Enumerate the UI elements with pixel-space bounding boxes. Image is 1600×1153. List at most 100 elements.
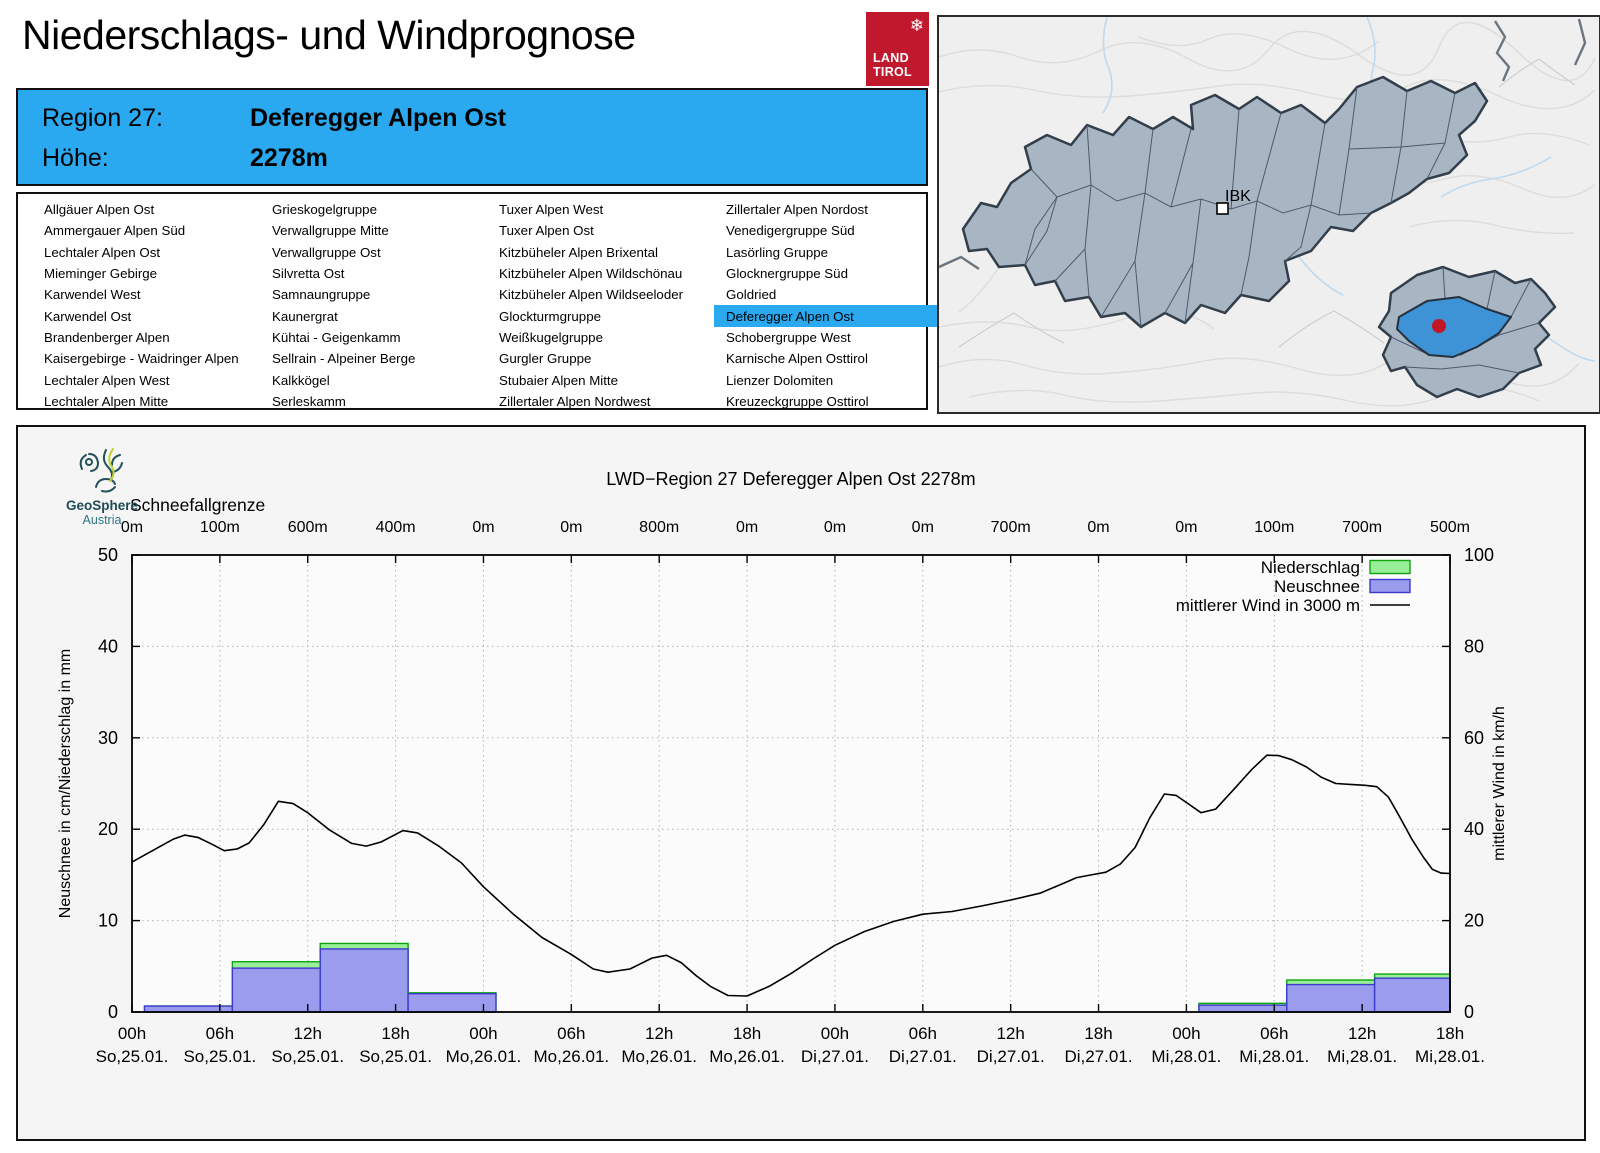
forecast-chart-panel: LWD−Region 27 Deferegger Alpen Ost 2278m… [16,425,1586,1141]
x-axis-date-label: Mi,28.01. [1239,1047,1309,1066]
snowline-value: 0m [472,519,494,536]
x-axis-hour-label: 18h [1436,1024,1464,1043]
x-axis-date-label: So,25.01. [271,1047,344,1066]
x-axis-date-label: So,25.01. [183,1047,256,1066]
snowline-value: 100m [1254,519,1294,536]
region-item[interactable]: Lasörling Gruppe [714,242,940,263]
region-item[interactable]: Samnaungruppe [260,284,486,305]
x-axis-date-label: Mo,26.01. [534,1047,610,1066]
tirol-map[interactable]: IBK [937,15,1600,414]
region-number-label: Region 27: [42,104,163,132]
snowline-value: 0m [824,519,846,536]
x-axis-hour-label: 12h [645,1024,673,1043]
region-item[interactable]: Kaisergebirge - Waidringer Alpen [32,348,258,369]
region-item[interactable]: Karnische Alpen Osttirol [714,348,940,369]
region-item[interactable]: Brandenberger Alpen [32,327,258,348]
region-item[interactable]: Karwendel West [32,284,258,305]
legend-label: mittlerer Wind in 3000 m [1176,596,1360,615]
x-axis-date-label: So,25.01. [96,1047,169,1066]
y-axis-left-label: 20 [98,819,118,839]
snowline-value: 500m [1430,519,1470,536]
region-item[interactable]: Kaunergrat [260,305,486,326]
x-axis-hour-label: 00h [118,1024,146,1043]
region-item[interactable]: Kalkkögel [260,369,486,390]
x-axis-hour-label: 12h [1348,1024,1376,1043]
y-axis-right-title: mittlerer Wind in km/h [1491,706,1508,861]
x-axis-hour-label: 00h [469,1024,497,1043]
snowline-value: 800m [639,519,679,536]
region-item-selected[interactable]: Deferegger Alpen Ost [714,305,940,327]
region-item[interactable]: Kühtai - Geigenkamm [260,327,486,348]
x-axis-date-label: Mi,28.01. [1327,1047,1397,1066]
region-item[interactable]: Kitzbüheler Alpen Wildschönau [487,263,713,284]
region-item[interactable]: Lechtaler Alpen West [32,369,258,390]
region-item[interactable]: Zillertaler Alpen Nordost [714,199,940,220]
region-item[interactable]: Ammergauer Alpen Süd [32,220,258,241]
x-axis-hour-label: 06h [1260,1024,1288,1043]
region-item[interactable]: Goldried [714,284,940,305]
x-axis-date-label: Di,27.01. [977,1047,1045,1066]
region-item[interactable]: Allgäuer Alpen Ost [32,199,258,220]
region-item[interactable]: Glockturmgruppe [487,305,713,326]
region-item[interactable]: Weißkugelgruppe [487,327,713,348]
region-list-column-3: Tuxer Alpen West Tuxer Alpen Ost Kitzbühel… [487,199,713,412]
region-item[interactable]: Kitzbüheler Alpen Brixental [487,242,713,263]
region-item[interactable]: Lienzer Dolomiten [714,369,940,390]
forecast-chart: LWD−Region 27 Deferegger Alpen Ost 2278m… [57,469,1508,1066]
geosphere-logo: GeoSphere Austria [54,447,150,527]
x-axis-hour-label: 12h [996,1024,1024,1043]
x-axis-hour-label: 00h [821,1024,849,1043]
region-item[interactable]: Stubaier Alpen Mitte [487,369,713,390]
region-item[interactable]: Gurgler Gruppe [487,348,713,369]
legend-swatch [1369,559,1411,575]
y-axis-right-label: 60 [1464,728,1484,748]
region-item[interactable]: Grieskogelgruppe [260,199,486,220]
region-item[interactable]: Mieminger Gebirge [32,263,258,284]
y-axis-left-label: 40 [98,636,118,656]
y-axis-left-label: 50 [98,545,118,565]
region-item[interactable]: Verwallgruppe Ost [260,242,486,263]
region-item[interactable]: Lechtaler Alpen Mitte [32,391,258,412]
snowline-value: 100m [200,519,240,536]
x-axis-date-label: So,25.01. [359,1047,432,1066]
region-item[interactable]: Zillertaler Alpen Nordwest [487,391,713,412]
altitude-value: 2278m [250,144,328,172]
region-item[interactable]: Tuxer Alpen Ost [487,220,713,241]
y-axis-right-label: 40 [1464,819,1484,839]
x-axis-date-label: Di,27.01. [801,1047,869,1066]
x-axis-date-label: Di,27.01. [889,1047,957,1066]
region-item[interactable]: Glocknergruppe Süd [714,263,940,284]
snowline-value: 0m [736,519,758,536]
y-axis-left-label: 30 [98,728,118,748]
y-axis-right-label: 0 [1464,1002,1474,1022]
page-title: Niederschlags- und Windprognose [22,12,636,58]
x-axis-date-label: Mo,26.01. [446,1047,522,1066]
region-item[interactable]: Kreuzeckgruppe Osttirol [714,391,940,412]
x-axis-hour-label: 12h [294,1024,322,1043]
region-item[interactable]: Lechtaler Alpen Ost [32,242,258,263]
region-item[interactable]: Verwallgruppe Mitte [260,220,486,241]
region-item[interactable]: Schobergruppe West [714,327,940,348]
region-item[interactable]: Tuxer Alpen West [487,199,713,220]
x-axis-date-label: Mo,26.01. [709,1047,785,1066]
region-item[interactable]: Serleskamm [260,391,486,412]
x-axis-date-label: Mi,28.01. [1151,1047,1221,1066]
land-tirol-logo: ❄ LAND TIROL [866,12,929,86]
region-item[interactable]: Venedigergruppe Süd [714,220,940,241]
region-item[interactable]: Karwendel Ost [32,305,258,326]
snowline-value: 0m [1175,519,1197,536]
snowflake-icon: ❄ [909,16,924,35]
y-axis-left-label: 0 [108,1002,118,1022]
snowline-value: 400m [376,519,416,536]
altitude-label: Höhe: [42,144,109,172]
y-axis-left-title: Neuschnee in cm/Niederschlag in mm [57,649,74,918]
region-list-column-1: Allgäuer Alpen Ost Ammergauer Alpen Süd Le… [32,199,258,412]
region-item[interactable]: Kitzbüheler Alpen Wildseeloder [487,284,713,305]
region-item[interactable]: Silvretta Ost [260,263,486,284]
region-item[interactable]: Sellrain - Alpeiner Berge [260,348,486,369]
region-name-value: Deferegger Alpen Ost [250,104,507,132]
legend-label: Neuschnee [1274,577,1360,596]
snowline-value: 0m [560,519,582,536]
y-axis-right-label: 20 [1464,911,1484,931]
x-axis-hour-label: 06h [206,1024,234,1043]
